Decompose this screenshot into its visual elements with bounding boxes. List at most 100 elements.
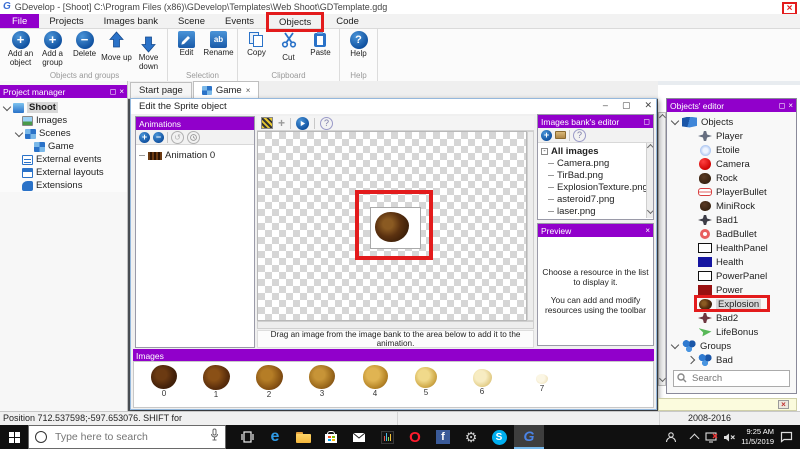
frame-2[interactable]: 2 bbox=[247, 365, 291, 399]
object-item-lifebonus[interactable]: LifeBonus bbox=[672, 325, 796, 339]
object-item-camera[interactable]: Camera bbox=[672, 157, 796, 171]
tree-item-extensions[interactable]: Extensions bbox=[4, 179, 127, 192]
rename-button[interactable]: ab Rename bbox=[203, 30, 234, 71]
object-item-powerpanel[interactable]: PowerPanel bbox=[672, 269, 796, 283]
help-icon[interactable]: ? bbox=[573, 128, 586, 142]
object-item-etoile[interactable]: Etoile bbox=[672, 143, 796, 157]
object-item-rock[interactable]: Rock bbox=[672, 171, 796, 185]
edge-browser-icon[interactable]: e bbox=[262, 425, 288, 449]
start-button[interactable] bbox=[0, 425, 28, 449]
menu-scene[interactable]: Scene bbox=[168, 14, 215, 28]
menu-images-bank[interactable]: Images bank bbox=[94, 14, 168, 28]
help-icon[interactable]: ? bbox=[320, 116, 334, 130]
scroll-up-icon[interactable] bbox=[658, 113, 666, 122]
objects-root-item[interactable]: Objects bbox=[670, 115, 796, 129]
menu-events[interactable]: Events bbox=[215, 14, 264, 28]
undock-icon[interactable]: ◻ bbox=[110, 87, 117, 96]
scroll-down-icon[interactable] bbox=[646, 206, 653, 215]
maximize-icon[interactable]: ▢ bbox=[622, 100, 631, 111]
object-item-health[interactable]: Health bbox=[672, 255, 796, 269]
frame-5[interactable]: 5 bbox=[404, 367, 448, 397]
gdevelop-taskbar-icon[interactable]: G bbox=[514, 425, 544, 449]
close-tab-icon[interactable]: × bbox=[246, 86, 251, 95]
network-icon[interactable] bbox=[702, 425, 720, 449]
add-resource-icon[interactable]: + bbox=[541, 129, 552, 141]
chevron-down-icon[interactable] bbox=[2, 102, 12, 111]
close-panel-icon[interactable]: × bbox=[119, 87, 124, 96]
resource-item[interactable]: laser.png bbox=[541, 205, 651, 217]
microphone-icon[interactable] bbox=[210, 428, 219, 446]
add-group-button[interactable]: + Add a group bbox=[37, 30, 68, 71]
object-item-minirock[interactable]: MiniRock bbox=[672, 199, 796, 213]
add-animation-icon[interactable]: + bbox=[139, 131, 150, 143]
frame-1[interactable]: 1 bbox=[194, 365, 238, 399]
paste-button[interactable]: Paste bbox=[305, 30, 336, 71]
object-item-playerbullet[interactable]: PlayerBullet bbox=[672, 185, 796, 199]
close-icon[interactable]: × bbox=[778, 400, 789, 409]
cut-button[interactable]: Cut bbox=[273, 30, 304, 71]
canvas-vscrollbar[interactable] bbox=[527, 131, 534, 321]
taskbar-search-box[interactable] bbox=[28, 425, 226, 449]
opera-icon[interactable]: O bbox=[402, 425, 428, 449]
tab-game[interactable]: Game × bbox=[192, 81, 260, 98]
resource-root-item[interactable]: - All images bbox=[541, 145, 651, 157]
play-preview-icon[interactable] bbox=[296, 116, 310, 130]
chevron-down-icon[interactable] bbox=[670, 116, 680, 126]
resource-item[interactable]: Camera.png bbox=[541, 157, 651, 169]
images-strip[interactable]: 0 1 2 3 4 5 6 7 bbox=[133, 361, 654, 408]
sprite-canvas[interactable] bbox=[257, 131, 527, 321]
close-icon[interactable]: ✕ bbox=[644, 100, 652, 111]
objects-search-box[interactable] bbox=[673, 370, 790, 387]
resource-list-scrollbar[interactable] bbox=[646, 143, 653, 218]
collapse-box-icon[interactable]: - bbox=[541, 147, 548, 155]
tree-item-external-events[interactable]: External events bbox=[4, 153, 127, 166]
move-up-button[interactable]: Move up bbox=[101, 30, 132, 71]
tree-item-game[interactable]: Game bbox=[4, 140, 127, 153]
taskbar-clock[interactable]: 9:25 AM 11/5/2019 bbox=[728, 427, 774, 447]
resource-item[interactable]: ExplosionTexture.png bbox=[541, 181, 651, 193]
edit-button[interactable]: Edit bbox=[171, 30, 202, 71]
menu-objects[interactable]: Objects bbox=[269, 17, 321, 28]
dialog-title-bar[interactable]: Edit the Sprite object bbox=[131, 99, 656, 114]
object-item-explosion[interactable]: Explosion bbox=[672, 295, 796, 312]
chevron-right-icon[interactable] bbox=[686, 355, 696, 365]
menu-projects[interactable]: Projects bbox=[39, 14, 93, 28]
action-center-icon[interactable] bbox=[776, 425, 796, 449]
chevron-down-icon[interactable] bbox=[670, 340, 680, 350]
undock-icon[interactable]: ◻ bbox=[779, 101, 786, 110]
object-item-player[interactable]: Player bbox=[672, 129, 796, 143]
frame-4[interactable]: 4 bbox=[353, 365, 397, 398]
object-item-badbullet[interactable]: BadBullet bbox=[672, 227, 796, 241]
copy-button[interactable]: Copy bbox=[241, 30, 272, 71]
file-explorer-icon[interactable] bbox=[290, 425, 316, 449]
object-item-healthpanel[interactable]: HealthPanel bbox=[672, 241, 796, 255]
facebook-icon[interactable]: f bbox=[430, 425, 456, 449]
package-icon[interactable] bbox=[555, 131, 566, 139]
settings-gear-icon[interactable]: ⚙ bbox=[458, 425, 484, 449]
frame-6[interactable]: 6 bbox=[460, 369, 504, 396]
tree-item-shoot[interactable]: Shoot bbox=[2, 101, 127, 114]
object-item-bad2[interactable]: Bad2 bbox=[672, 311, 796, 325]
edit-image-icon[interactable] bbox=[261, 117, 273, 129]
help-button[interactable]: ? Help bbox=[343, 30, 374, 71]
close-panel-icon[interactable]: × bbox=[788, 101, 793, 110]
resource-item[interactable]: asteroid7.png bbox=[541, 193, 651, 205]
animation-0-item[interactable]: Animation 0 bbox=[139, 149, 251, 162]
taskbar-search-input[interactable] bbox=[53, 430, 204, 444]
search-input[interactable] bbox=[690, 372, 774, 385]
mail-icon[interactable] bbox=[346, 425, 372, 449]
group-item-bad[interactable]: Bad bbox=[672, 353, 796, 367]
people-icon[interactable] bbox=[660, 425, 682, 449]
tree-item-external-layouts[interactable]: External layouts bbox=[4, 166, 127, 179]
loop-icon[interactable]: ↺ bbox=[171, 130, 184, 144]
scroll-down-icon[interactable] bbox=[658, 374, 666, 383]
store-icon[interactable] bbox=[318, 425, 344, 449]
resource-item[interactable]: TirBad.png bbox=[541, 169, 651, 181]
tree-item-scenes[interactable]: Scenes bbox=[4, 127, 127, 140]
tray-expand-chevron-icon[interactable] bbox=[686, 425, 702, 449]
frame-7[interactable]: 7 bbox=[520, 374, 564, 393]
clock-icon[interactable] bbox=[187, 130, 200, 144]
skype-icon[interactable]: S bbox=[486, 425, 512, 449]
frame-0[interactable]: 0 bbox=[142, 365, 186, 398]
vertical-scrollbar[interactable] bbox=[658, 112, 666, 386]
